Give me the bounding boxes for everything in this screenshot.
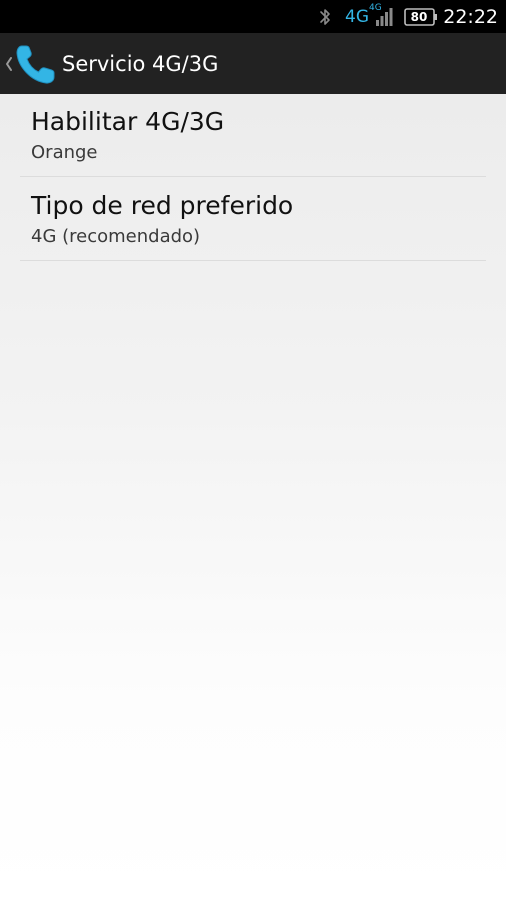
up-button[interactable] <box>0 33 60 94</box>
back-chevron-icon <box>6 57 12 71</box>
preference-enable-4g3g[interactable]: Habilitar 4G/3G Orange <box>20 94 486 177</box>
phone-icon <box>16 45 55 84</box>
preference-preferred-network-type[interactable]: Tipo de red preferido 4G (recomendado) <box>20 178 486 261</box>
clock: 22:22 <box>443 6 498 28</box>
preference-summary: 4G (recomendado) <box>31 226 201 247</box>
signal-icon <box>376 8 393 26</box>
battery-level-text: 80 <box>410 10 428 24</box>
preference-title: Tipo de red preferido <box>31 191 294 220</box>
preference-title: Habilitar 4G/3G <box>31 107 225 136</box>
action-bar: Servicio 4G/3G <box>0 33 506 94</box>
status-bar: 4G 4G 80 22:22 <box>0 0 506 33</box>
preference-summary: Orange <box>31 142 98 163</box>
page-title: Servicio 4G/3G <box>62 52 219 76</box>
bluetooth-icon <box>320 9 330 25</box>
network-type-label: 4G <box>345 7 369 27</box>
preferences-list: Habilitar 4G/3G Orange Tipo de red prefe… <box>0 94 506 900</box>
